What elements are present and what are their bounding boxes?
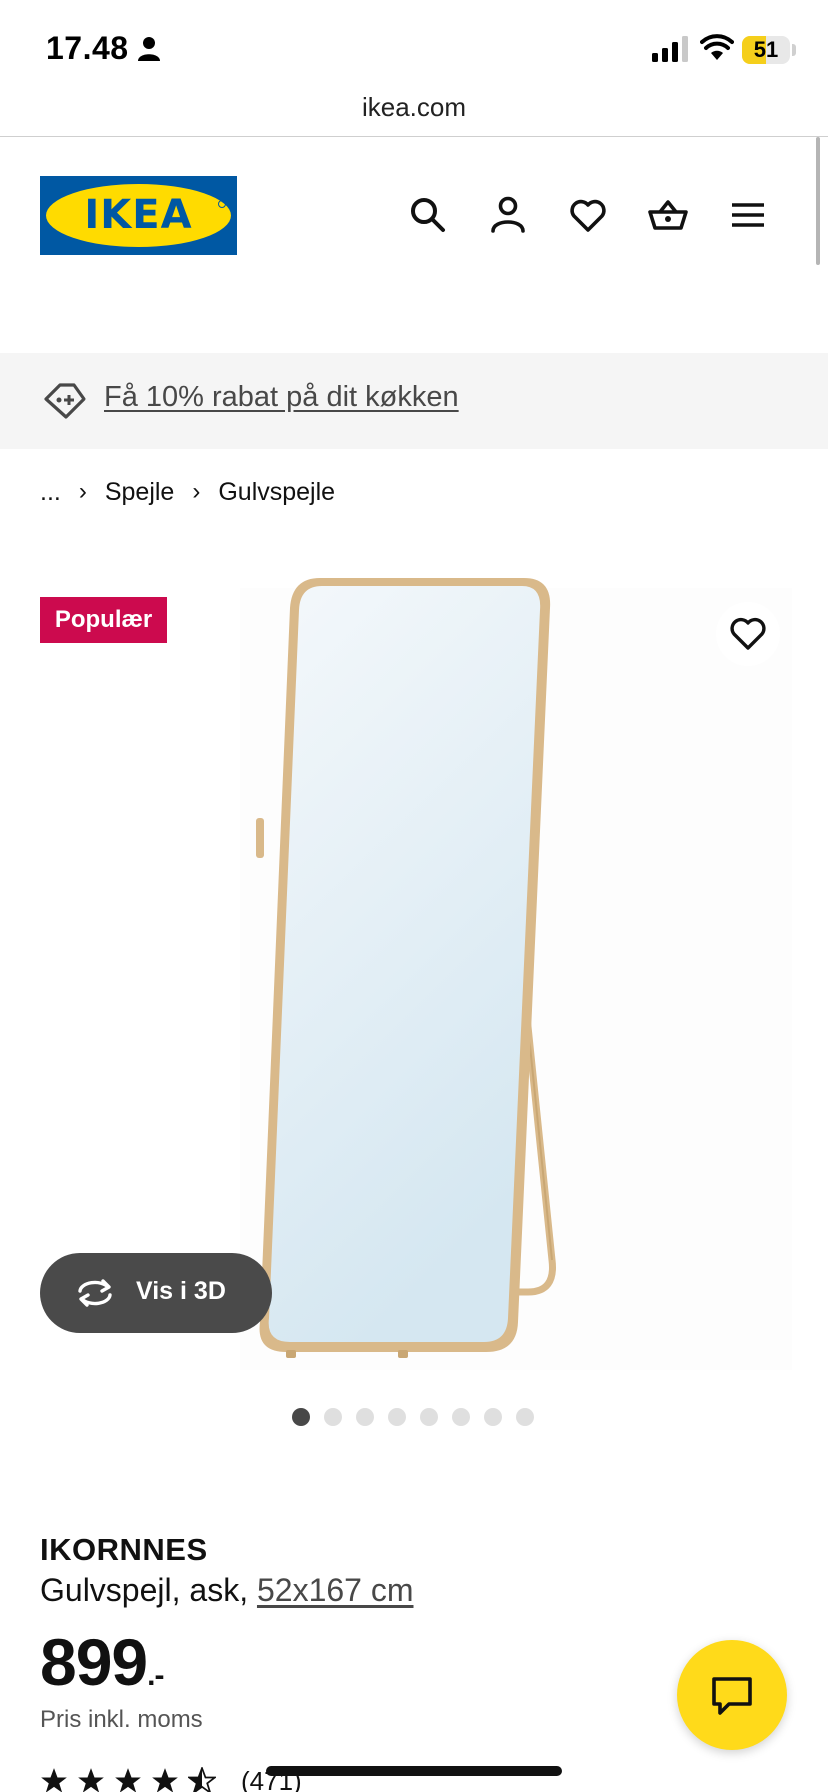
heart-icon — [730, 617, 766, 650]
rotate-3d-icon — [78, 1279, 112, 1307]
url-bar[interactable]: ikea.com — [0, 92, 828, 123]
view-3d-button[interactable]: Vis i 3D — [40, 1253, 272, 1333]
battery-icon: 51 — [742, 36, 790, 64]
image-carousel-dots — [292, 1408, 534, 1426]
chat-bubble-icon — [712, 1677, 752, 1715]
star-icon — [41, 1768, 67, 1792]
product-name: IKORNNES — [40, 1532, 208, 1567]
breadcrumb-item-more[interactable]: ... — [40, 478, 61, 507]
status-bar: 17.48 51 — [0, 0, 828, 100]
price-value: 899 — [40, 1625, 148, 1699]
carousel-dot[interactable] — [516, 1408, 534, 1426]
add-to-favorites-button[interactable] — [716, 602, 780, 666]
battery-level: 51 — [753, 37, 779, 62]
carousel-dot[interactable] — [484, 1408, 502, 1426]
product-type: Gulvspejl, ask, — [40, 1572, 257, 1608]
product-size-link[interactable]: 52x167 cm — [257, 1572, 414, 1608]
popular-badge: Populær — [40, 597, 167, 643]
half-star-icon — [188, 1767, 216, 1792]
product-description: Gulvspejl, ask, 52x167 cm — [40, 1572, 414, 1609]
carousel-dot[interactable] — [452, 1408, 470, 1426]
breadcrumb-item-spejle[interactable]: Spejle — [105, 478, 175, 507]
cellular-signal-icon — [652, 36, 688, 62]
heart-icon[interactable] — [568, 195, 608, 235]
chevron-right-icon: › — [192, 478, 201, 505]
logo-text: IKEA — [84, 192, 193, 238]
product-image[interactable] — [250, 570, 590, 1370]
registered-mark — [218, 200, 226, 208]
menu-icon[interactable] — [728, 195, 768, 235]
star-icon — [152, 1768, 178, 1792]
battery-nub — [792, 44, 796, 56]
scrollbar[interactable] — [816, 137, 820, 265]
promo-banner[interactable]: Få 10% rabat på dit køkken — [0, 353, 828, 449]
breadcrumb: ... › Spejle › Gulvspejle — [40, 476, 335, 508]
basket-icon[interactable] — [648, 195, 688, 235]
carousel-dot[interactable] — [292, 1408, 310, 1426]
discount-tag-icon — [44, 383, 86, 419]
carousel-dot[interactable] — [388, 1408, 406, 1426]
url-divider — [0, 136, 828, 137]
view-3d-label: Vis i 3D — [136, 1277, 226, 1305]
price-suffix: .- — [147, 1659, 164, 1692]
carousel-dot[interactable] — [420, 1408, 438, 1426]
chevron-right-icon: › — [78, 478, 87, 505]
chat-button[interactable] — [677, 1640, 787, 1750]
promo-link[interactable]: Få 10% rabat på dit køkken — [104, 381, 459, 414]
person-icon — [138, 37, 160, 61]
carousel-dot[interactable] — [356, 1408, 374, 1426]
status-time: 17.48 — [46, 30, 129, 66]
account-icon[interactable] — [488, 195, 528, 235]
breadcrumb-item-gulvspejle[interactable]: Gulvspejle — [218, 478, 335, 507]
wifi-icon — [700, 34, 734, 60]
price-note: Pris inkl. moms — [40, 1706, 203, 1733]
star-icon — [78, 1768, 104, 1792]
product-rating[interactable]: (471) — [40, 1766, 302, 1792]
home-indicator[interactable] — [266, 1766, 562, 1776]
ikea-logo[interactable]: IKEA — [40, 176, 237, 255]
carousel-dot[interactable] — [324, 1408, 342, 1426]
search-icon[interactable] — [408, 195, 448, 235]
star-icon — [115, 1768, 141, 1792]
product-price: 899.- — [40, 1624, 164, 1700]
